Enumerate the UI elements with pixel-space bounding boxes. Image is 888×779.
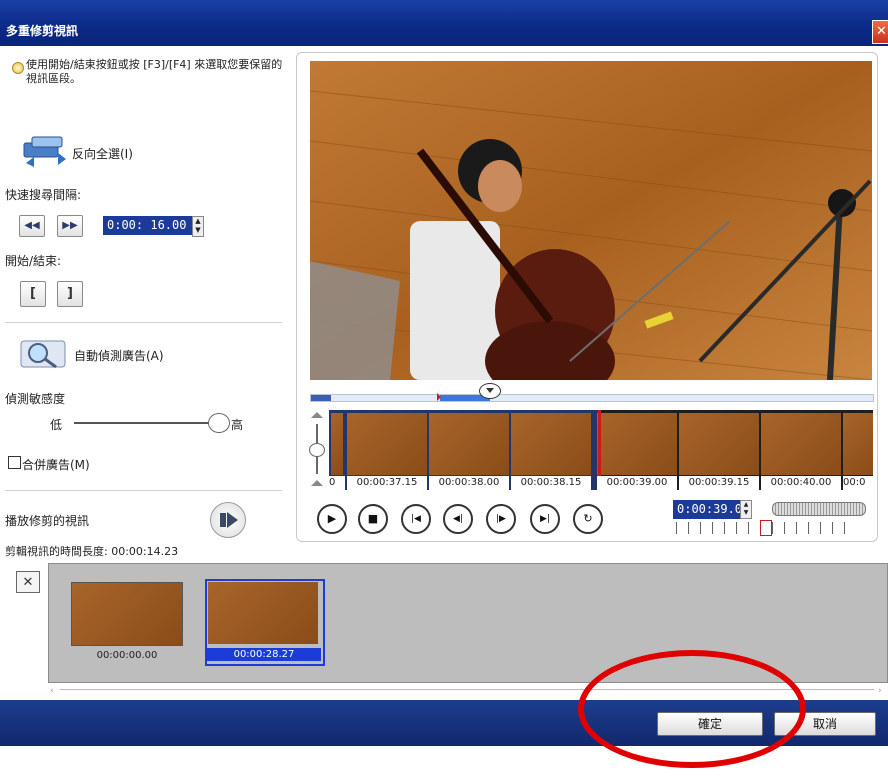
frame-thumb[interactable]	[843, 413, 873, 475]
repeat-button[interactable]: ↻	[573, 504, 603, 534]
frame-timecode: 00:0	[843, 476, 873, 490]
chevron-down-icon	[486, 388, 494, 393]
zoom-in-icon[interactable]	[311, 412, 323, 418]
frame-timecode: 00:00:38.15	[511, 476, 591, 490]
frame-thumb[interactable]	[331, 413, 343, 475]
next-frame-button[interactable]: |▶	[486, 504, 516, 534]
clip-thumbnail[interactable]	[71, 582, 183, 646]
clip-time-label: 00:00:28.27	[207, 648, 321, 661]
frame-timecode: 00:00:38.00	[429, 476, 509, 490]
video-preview[interactable]	[310, 61, 872, 380]
spinner-up-icon: ▲	[195, 217, 201, 225]
quick-search-label: 快速搜尋間隔:	[5, 188, 82, 202]
clip-time-label: 00:00:00.00	[96, 650, 158, 661]
frame-timecode: 00:00:40.00	[761, 476, 841, 490]
next-frame-icon: |▶	[496, 514, 506, 524]
sensitivity-label: 偵測敏感度	[5, 392, 66, 406]
close-icon: ✕	[876, 24, 887, 39]
title-bar: 多重修剪視訊 ✕	[0, 0, 888, 46]
start-end-label: 開始/結束:	[5, 254, 62, 268]
mark-start-icon: [	[30, 286, 36, 301]
sensitivity-low-label: 低	[50, 418, 63, 432]
video-frame-image	[310, 61, 872, 380]
scrub-segment-start	[311, 395, 331, 401]
current-timecode-input[interactable]: 0:00:39.0	[673, 500, 742, 519]
sensitivity-slider-track[interactable]	[74, 422, 224, 424]
rewind-button[interactable]: ◀◀	[19, 215, 45, 237]
repeat-icon: ↻	[583, 512, 593, 525]
forward-icon: ▶▶	[62, 220, 78, 231]
frame-thumb[interactable]	[761, 413, 841, 475]
mark-start-button[interactable]: [	[20, 281, 46, 307]
spinner-down-icon: ▼	[743, 509, 749, 516]
sensitivity-slider-thumb[interactable]	[208, 413, 230, 433]
close-button[interactable]: ✕	[872, 20, 888, 44]
quick-search-interval-input[interactable]: 0:00: 16.00	[103, 216, 195, 235]
play-button[interactable]: ▶	[317, 504, 347, 534]
scroll-left-icon[interactable]: ‹	[50, 686, 54, 696]
film-strip[interactable]: 0 00:00:37.15 00:00:38.00 00:00:38.15 00…	[329, 410, 873, 490]
zoom-slider-thumb[interactable]	[309, 443, 325, 457]
skip-end-icon: ▶|	[540, 514, 550, 524]
go-to-end-button[interactable]: ▶|	[530, 504, 560, 534]
jog-wheel[interactable]	[772, 502, 866, 516]
frame-thumb[interactable]	[511, 413, 591, 475]
stop-button[interactable]: ■	[358, 504, 388, 534]
invert-selection-label[interactable]: 反向全選(I)	[72, 145, 133, 162]
previous-frame-icon: ◀|	[453, 514, 463, 524]
lightbulb-icon	[12, 62, 24, 74]
go-to-start-button[interactable]: |◀	[401, 504, 431, 534]
zoom-out-icon[interactable]	[311, 480, 323, 486]
scrub-marker-icon	[437, 393, 441, 401]
divider	[5, 490, 282, 491]
frame-thumb[interactable]	[429, 413, 509, 475]
scroll-right-icon[interactable]: ›	[878, 686, 882, 696]
forward-button[interactable]: ▶▶	[57, 215, 83, 237]
divider	[5, 322, 282, 323]
frame-timecode: 00:00:39.00	[597, 476, 677, 490]
trimmed-duration-text: 剪輯視訊的時間長度: 00:00:14.23	[5, 545, 179, 558]
close-icon: ✕	[22, 575, 34, 590]
frame-timecode: 00:00:37.15	[347, 476, 427, 490]
rewind-icon: ◀◀	[24, 220, 40, 231]
skip-start-icon: |◀	[411, 514, 421, 524]
play-trimmed-label: 播放修剪的視訊	[5, 514, 90, 528]
spinner-up-icon: ▲	[743, 501, 749, 508]
play-trimmed-button[interactable]	[210, 502, 246, 538]
window-title: 多重修剪視訊	[6, 24, 79, 38]
delete-clip-button[interactable]: ✕	[16, 571, 40, 593]
frame-thumb[interactable]	[679, 413, 759, 475]
scrub-bar[interactable]	[310, 394, 874, 402]
merge-checkbox[interactable]	[8, 456, 21, 469]
shuttle-thumb[interactable]	[760, 520, 772, 536]
stop-icon: ■	[367, 512, 379, 525]
frame-thumb[interactable]	[347, 413, 427, 475]
invert-selection-icon[interactable]	[22, 135, 68, 167]
magnifier-icon[interactable]	[20, 337, 66, 371]
mark-end-icon: ]	[67, 286, 73, 301]
interval-spinner[interactable]: ▲ ▼	[192, 216, 204, 237]
sensitivity-high-label: 高	[231, 418, 244, 432]
timecode-spinner[interactable]: ▲ ▼	[740, 500, 752, 519]
auto-detect-label[interactable]: 自動偵測廣告(A)	[74, 347, 164, 364]
clip-thumbnail[interactable]	[208, 582, 318, 644]
previous-frame-button[interactable]: ◀|	[443, 504, 473, 534]
play-icon: ▶	[327, 512, 337, 525]
frame-timecode: 00:00:39.15	[679, 476, 759, 490]
annotation-circle	[578, 650, 806, 768]
frame-thumb[interactable]	[597, 413, 677, 475]
mark-end-button[interactable]: ]	[57, 281, 83, 307]
merge-checkbox-label[interactable]: 合併廣告(M)	[22, 456, 90, 473]
spinner-down-icon: ▼	[195, 226, 201, 234]
instruction-text: 使用開始/結束按鈕或按 [F3]/[F4] 來選取您要保留的視訊區段。	[26, 58, 283, 85]
scrub-thumb[interactable]	[479, 383, 501, 399]
film-play-icon	[220, 512, 238, 528]
frame-timecode: 0	[329, 476, 345, 490]
